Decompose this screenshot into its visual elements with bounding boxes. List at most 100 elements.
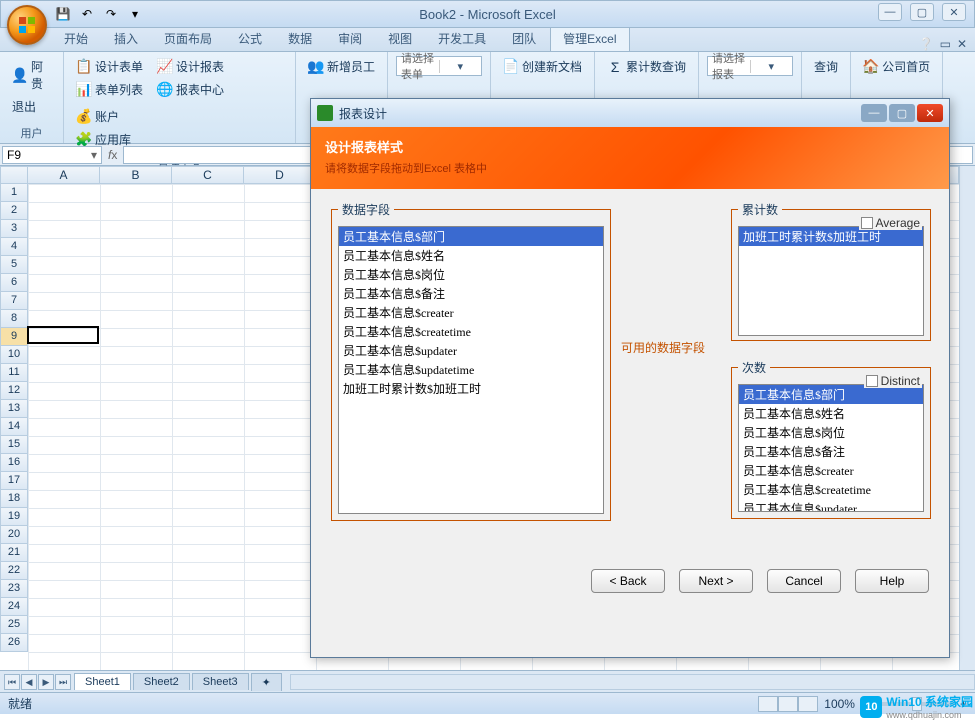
- tab-视图[interactable]: 视图: [376, 26, 424, 51]
- row-header[interactable]: 23: [0, 580, 28, 598]
- row-header[interactable]: 22: [0, 562, 28, 580]
- redo-icon[interactable]: ↷: [101, 4, 121, 24]
- tab-数据[interactable]: 数据: [276, 26, 324, 51]
- dialog-maximize-button[interactable]: ▢: [889, 104, 915, 122]
- tab-开发工具[interactable]: 开发工具: [426, 26, 498, 51]
- row-header[interactable]: 3: [0, 220, 28, 238]
- dialog-close-button[interactable]: ✕: [917, 104, 943, 122]
- row-header[interactable]: 16: [0, 454, 28, 472]
- new-sheet-tab[interactable]: ✦: [251, 673, 282, 691]
- tab-页面布局[interactable]: 页面布局: [152, 26, 224, 51]
- row-header[interactable]: 1: [0, 184, 28, 202]
- design-form-button[interactable]: 📋设计表单: [72, 56, 147, 77]
- row-header[interactable]: 4: [0, 238, 28, 256]
- row-header[interactable]: 20: [0, 526, 28, 544]
- vertical-scrollbar[interactable]: [959, 166, 975, 670]
- user-button[interactable]: 👤阿贵: [8, 56, 55, 94]
- qat-dropdown-icon[interactable]: ▾: [125, 4, 145, 24]
- list-item[interactable]: 员工基本信息$部门: [339, 227, 603, 246]
- row-header[interactable]: 26: [0, 634, 28, 652]
- list-item[interactable]: 员工基本信息$姓名: [739, 404, 923, 423]
- normal-view-icon[interactable]: [758, 696, 778, 712]
- next-sheet-icon[interactable]: ▶: [38, 674, 54, 690]
- row-header[interactable]: 2: [0, 202, 28, 220]
- report-select-combo[interactable]: 请选择报表▾: [707, 56, 793, 76]
- report-center-button[interactable]: 🌐报表中心: [153, 79, 228, 100]
- maximize-button[interactable]: ▢: [910, 3, 934, 21]
- tab-管理Excel[interactable]: 管理Excel: [550, 25, 629, 51]
- page-layout-view-icon[interactable]: [778, 696, 798, 712]
- fx-icon[interactable]: fx: [108, 148, 117, 162]
- first-sheet-icon[interactable]: ⏮: [4, 674, 20, 690]
- data-fields-listbox[interactable]: 员工基本信息$部门员工基本信息$姓名员工基本信息$岗位员工基本信息$备注员工基本…: [338, 226, 604, 514]
- dialog-minimize-button[interactable]: —: [861, 104, 887, 122]
- ribbon-close-icon[interactable]: ✕: [957, 37, 967, 51]
- last-sheet-icon[interactable]: ⏭: [55, 674, 71, 690]
- list-item[interactable]: 员工基本信息$备注: [739, 442, 923, 461]
- checkbox-icon[interactable]: [861, 217, 873, 229]
- prev-sheet-icon[interactable]: ◀: [21, 674, 37, 690]
- list-item[interactable]: 员工基本信息$岗位: [739, 423, 923, 442]
- page-break-view-icon[interactable]: [798, 696, 818, 712]
- row-header[interactable]: 5: [0, 256, 28, 274]
- new-doc-button[interactable]: 📄创建新文档: [499, 56, 586, 77]
- list-item[interactable]: 员工基本信息$备注: [339, 284, 603, 303]
- list-item[interactable]: 员工基本信息$creater: [739, 461, 923, 480]
- next-button[interactable]: Next >: [679, 569, 753, 593]
- form-select-combo[interactable]: 请选择表单▾: [396, 56, 482, 76]
- design-report-button[interactable]: 📈设计报表: [153, 56, 228, 77]
- row-header[interactable]: 7: [0, 292, 28, 310]
- checkbox-icon[interactable]: [866, 375, 878, 387]
- list-item[interactable]: 员工基本信息$creater: [339, 303, 603, 322]
- select-all-corner[interactable]: [0, 166, 28, 184]
- query-button[interactable]: 查询: [810, 56, 842, 77]
- sheet-tab[interactable]: Sheet2: [133, 673, 190, 690]
- row-header[interactable]: 10: [0, 346, 28, 364]
- row-header[interactable]: 19: [0, 508, 28, 526]
- list-item[interactable]: 员工基本信息$createtime: [339, 322, 603, 341]
- name-box[interactable]: F9▾: [2, 146, 102, 164]
- zoom-level[interactable]: 100%: [824, 697, 855, 711]
- list-item[interactable]: 员工基本信息$姓名: [339, 246, 603, 265]
- average-checkbox-row[interactable]: Average: [859, 216, 922, 230]
- minimize-button[interactable]: —: [878, 3, 902, 21]
- row-header[interactable]: 13: [0, 400, 28, 418]
- col-header[interactable]: C: [172, 166, 244, 184]
- list-item[interactable]: 员工基本信息$岗位: [339, 265, 603, 284]
- form-list-button[interactable]: 📊表单列表: [72, 79, 147, 100]
- dialog-titlebar[interactable]: 报表设计 — ▢ ✕: [311, 99, 949, 127]
- list-item[interactable]: 员工基本信息$createtime: [739, 480, 923, 499]
- ribbon-minimize-icon[interactable]: ▭: [940, 37, 951, 51]
- new-employee-button[interactable]: 👥新增员工: [304, 56, 379, 77]
- sum-query-button[interactable]: Σ累计数查询: [603, 56, 690, 77]
- sum-listbox[interactable]: 加班工时累计数$加班工时: [738, 226, 924, 336]
- row-header[interactable]: 24: [0, 598, 28, 616]
- row-header[interactable]: 8: [0, 310, 28, 328]
- tab-审阅[interactable]: 审阅: [326, 26, 374, 51]
- row-header[interactable]: 6: [0, 274, 28, 292]
- home-button[interactable]: 🏠公司首页: [859, 56, 934, 77]
- row-header[interactable]: 17: [0, 472, 28, 490]
- tab-开始[interactable]: 开始: [52, 26, 100, 51]
- row-header[interactable]: 9: [0, 328, 28, 346]
- col-header[interactable]: D: [244, 166, 316, 184]
- save-icon[interactable]: 💾: [53, 4, 73, 24]
- back-button[interactable]: < Back: [591, 569, 665, 593]
- list-item[interactable]: 员工基本信息$updater: [339, 341, 603, 360]
- list-item[interactable]: 加班工时累计数$加班工时: [339, 379, 603, 398]
- account-button[interactable]: 💰账户: [72, 106, 135, 127]
- row-header[interactable]: 12: [0, 382, 28, 400]
- sheet-tab[interactable]: Sheet1: [74, 673, 131, 690]
- row-header[interactable]: 25: [0, 616, 28, 634]
- count-listbox[interactable]: 员工基本信息$部门员工基本信息$姓名员工基本信息$岗位员工基本信息$备注员工基本…: [738, 384, 924, 512]
- cancel-button[interactable]: Cancel: [767, 569, 841, 593]
- row-header[interactable]: 18: [0, 490, 28, 508]
- horizontal-scrollbar[interactable]: [290, 674, 975, 690]
- tab-公式[interactable]: 公式: [226, 26, 274, 51]
- list-item[interactable]: 员工基本信息$updatetime: [339, 360, 603, 379]
- row-header[interactable]: 14: [0, 418, 28, 436]
- distinct-checkbox-row[interactable]: Distinct: [864, 374, 922, 388]
- col-header[interactable]: A: [28, 166, 100, 184]
- office-button[interactable]: [7, 5, 47, 45]
- row-header[interactable]: 11: [0, 364, 28, 382]
